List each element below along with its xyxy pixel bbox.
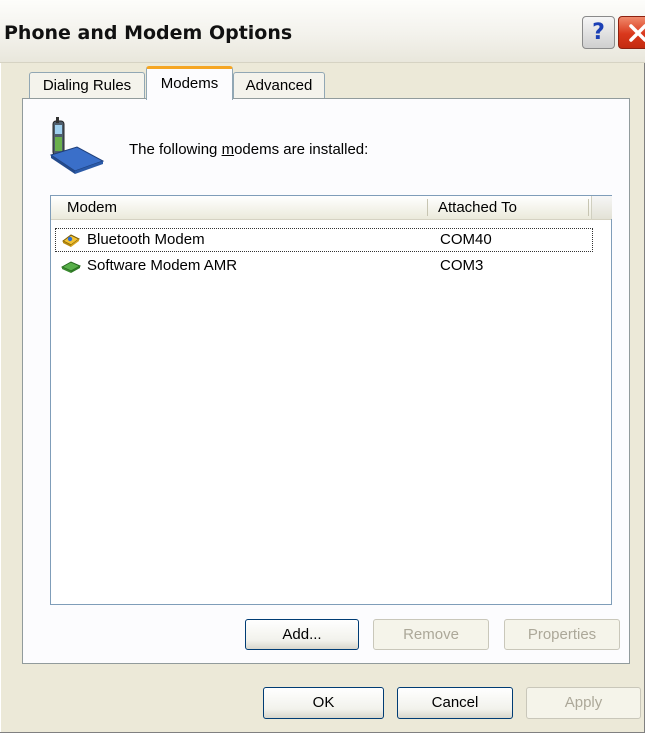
modems-list[interactable]: Modem Attached To Bluetooth Modem COM40: [50, 195, 612, 605]
bluetooth-modem-icon: [62, 234, 80, 247]
list-item-bluetooth-modem[interactable]: Bluetooth Modem COM40: [55, 228, 593, 252]
phone-and-modem-options-dialog: Phone and Modem Options ? Dialing Rules …: [0, 0, 645, 733]
tab-modems[interactable]: Modems: [146, 66, 233, 100]
modems-tab-panel: The following modems are installed: Mode…: [22, 98, 630, 664]
window-title: Phone and Modem Options: [4, 22, 293, 44]
tab-dialing-rules[interactable]: Dialing Rules: [29, 72, 145, 99]
modem-port: COM40: [440, 231, 492, 248]
intro-text-end: odems are installed:: [234, 141, 369, 158]
properties-button[interactable]: Properties: [504, 619, 620, 650]
apply-button[interactable]: Apply: [526, 687, 641, 719]
column-header-attached-to[interactable]: Attached To: [438, 199, 517, 216]
tab-label: Modems: [160, 75, 219, 92]
column-divider[interactable]: [588, 199, 589, 216]
close-button[interactable]: [618, 16, 645, 49]
cancel-button[interactable]: Cancel: [397, 687, 513, 719]
ok-button[interactable]: OK: [263, 687, 384, 719]
intro-text-start: The following: [129, 141, 222, 158]
help-icon: ?: [592, 20, 605, 45]
modem-name: Bluetooth Modem: [87, 231, 205, 248]
title-bar[interactable]: Phone and Modem Options ?: [0, 0, 645, 63]
header-filler: [591, 196, 612, 219]
modem-port: COM3: [440, 257, 484, 274]
intro-mnemonic: m: [221, 141, 235, 158]
installed-modems-label: The following modems are installed:: [129, 141, 368, 158]
tab-label: Advanced: [245, 77, 313, 94]
column-header-modem[interactable]: Modem: [67, 199, 117, 216]
list-header: Modem Attached To: [51, 196, 612, 220]
software-modem-icon: [61, 261, 81, 273]
modem-name: Software Modem AMR: [87, 257, 238, 274]
close-icon: [629, 23, 645, 42]
phone-modem-icon: [49, 117, 105, 174]
tab-advanced[interactable]: Advanced: [233, 72, 325, 99]
tab-label: Dialing Rules: [42, 77, 132, 94]
list-item-software-modem-amr[interactable]: Software Modem AMR COM3: [55, 254, 593, 278]
column-divider[interactable]: [427, 199, 428, 216]
add-button[interactable]: Add...: [245, 619, 359, 650]
remove-button[interactable]: Remove: [373, 619, 489, 650]
help-button[interactable]: ?: [582, 16, 615, 49]
